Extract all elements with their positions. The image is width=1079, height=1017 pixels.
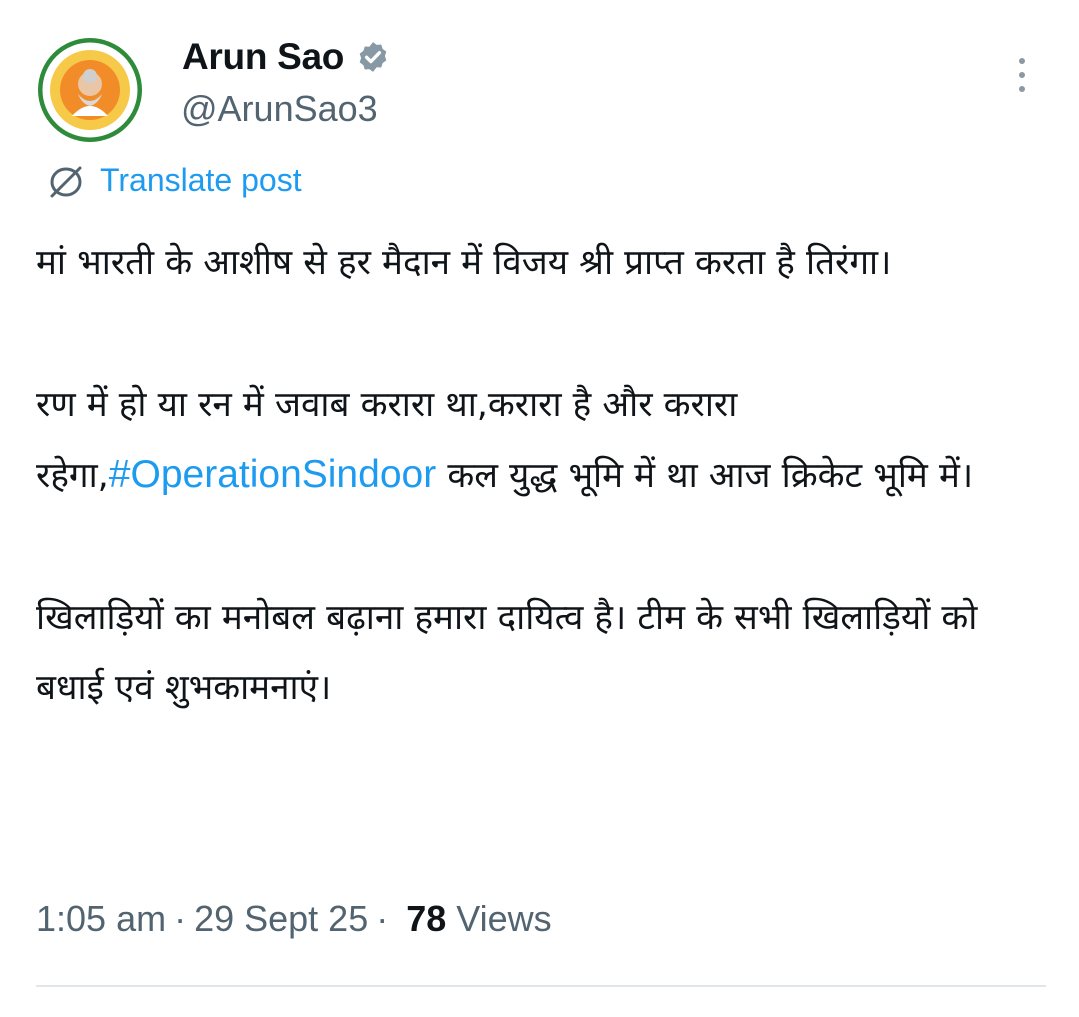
post-paragraph-3: खिलाड़ियों का मनोबल बढ़ाना हमारा दायित्व… xyxy=(36,598,978,708)
post-body: मां भारती के आशीष से हर मैदान में विजय श… xyxy=(36,228,1046,795)
translate-label[interactable]: Translate post xyxy=(100,162,302,199)
translate-globe-icon xyxy=(50,166,82,198)
author-handle[interactable]: @ArunSao3 xyxy=(181,88,378,130)
paragraph-2-text-after: कल युद्ध भूमि में था आज क्रिकेट भूमि में… xyxy=(436,456,974,496)
verified-badge-icon xyxy=(359,42,387,72)
divider xyxy=(36,985,1046,987)
post-date[interactable]: 29 Sept 25 xyxy=(194,898,368,940)
more-options-icon[interactable] xyxy=(1006,58,1038,98)
avatar[interactable] xyxy=(38,38,142,142)
translate-post-button[interactable]: Translate post xyxy=(44,160,302,200)
hashtag-link[interactable]: #OperationSindoor xyxy=(109,453,436,496)
views-count[interactable]: 78 xyxy=(406,898,446,940)
post-time[interactable]: 1:05 am xyxy=(36,898,166,940)
separator: · xyxy=(174,898,187,939)
post-paragraph-1: मां भारती के आशीष से हर मैदान में विजय श… xyxy=(36,243,892,283)
separator: · xyxy=(376,898,389,939)
author-name[interactable]: Arun Sao xyxy=(182,36,344,78)
author-name-row[interactable]: Arun Sao xyxy=(182,36,390,78)
post-paragraph-2: रण में हो या रन में जवाब करारा था,करारा … xyxy=(36,370,1046,511)
post-meta: 1:05 am · 29 Sept 25 · 78 Views xyxy=(36,898,552,940)
views-label[interactable]: Views xyxy=(456,898,551,940)
